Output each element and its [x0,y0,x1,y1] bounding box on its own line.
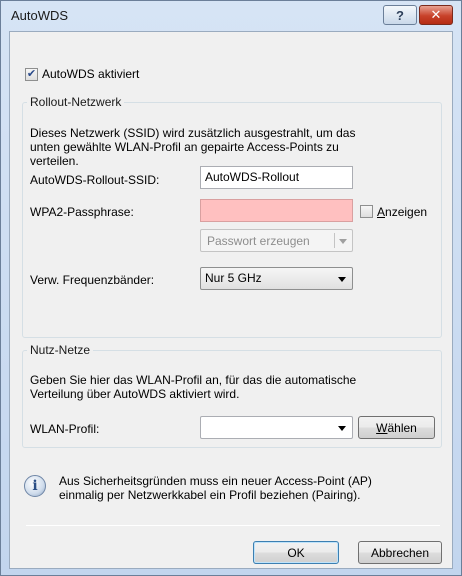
autowds-enable-checkbox[interactable]: ✔ [25,68,38,81]
rollout-description-line: unten gewählte WLAN-Profil an gepairte A… [30,140,339,154]
generate-password-label: Passwort erzeugen [207,234,310,248]
window-title: AutoWDS [11,8,69,23]
help-button[interactable]: ? [383,5,417,25]
nutz-description-line: Geben Sie hier das WLAN-Profil an, für d… [30,373,357,387]
nutz-description-line: Verteilung über AutoWDS aktiviert wird. [30,387,240,401]
dialog-client: ✔ AutoWDS aktiviert Rollout-Netzwerk Die… [9,31,453,569]
wlan-profile-label: WLAN-Profil: [30,422,100,436]
wlan-profile-select[interactable] [200,416,353,439]
info-text: Aus Sicherheitsgründen muss ein neuer Ac… [59,474,372,502]
frequency-label: Verw. Frequenzbänder: [30,273,155,287]
chevron-down-icon [338,426,346,431]
generate-password-button[interactable]: Passwort erzeugen [200,229,353,252]
passphrase-input[interactable] [200,199,353,222]
dialog-window: AutoWDS ? ✕ ✔ AutoWDS aktiviert Rollout-… [0,0,462,576]
split-divider [334,233,335,248]
frequency-select[interactable]: Nur 5 GHz [200,267,353,290]
choose-profile-label: Wählen [376,420,417,435]
show-passphrase-checkbox[interactable] [360,205,373,218]
ssid-input[interactable]: AutoWDS-Rollout [200,166,353,189]
checkmark-icon: ✔ [26,68,37,80]
rollout-network-title: Rollout-Netzwerk [27,95,125,109]
title-bar: AutoWDS ? ✕ [1,1,461,31]
show-passphrase-label[interactable]: Anzeigen [377,205,427,219]
ssid-label: AutoWDS-Rollout-SSID: [30,173,160,187]
cancel-button[interactable]: Abbrechen [358,541,442,564]
nutz-description: Geben Sie hier das WLAN-Profil an, für d… [30,373,356,401]
close-button[interactable]: ✕ [419,5,453,25]
rollout-description: Dieses Netzwerk (SSID) wird zusätzlich a… [30,126,355,168]
autowds-enable-label[interactable]: AutoWDS aktiviert [42,67,139,81]
ok-label: OK [287,545,305,560]
passphrase-label: WPA2-Passphrase: [30,205,134,219]
chevron-down-icon[interactable] [339,239,347,244]
ok-button[interactable]: OK [253,541,339,564]
close-icon: ✕ [430,7,442,22]
choose-profile-button[interactable]: Wählen [358,416,435,439]
help-icon: ? [396,7,404,23]
chevron-down-icon [338,277,346,282]
info-icon: i [24,475,46,497]
frequency-value: Nur 5 GHz [205,271,262,285]
cancel-label: Abbrechen [370,545,430,560]
info-text-line: einmalig per Netzwerkkabel ein Profil be… [59,488,361,502]
footer-separator [26,525,440,526]
rollout-description-line: Dieses Netzwerk (SSID) wird zusätzlich a… [30,126,356,140]
nutz-netze-title: Nutz-Netze [27,343,94,357]
info-text-line: Aus Sicherheitsgründen muss ein neuer Ac… [59,474,372,488]
